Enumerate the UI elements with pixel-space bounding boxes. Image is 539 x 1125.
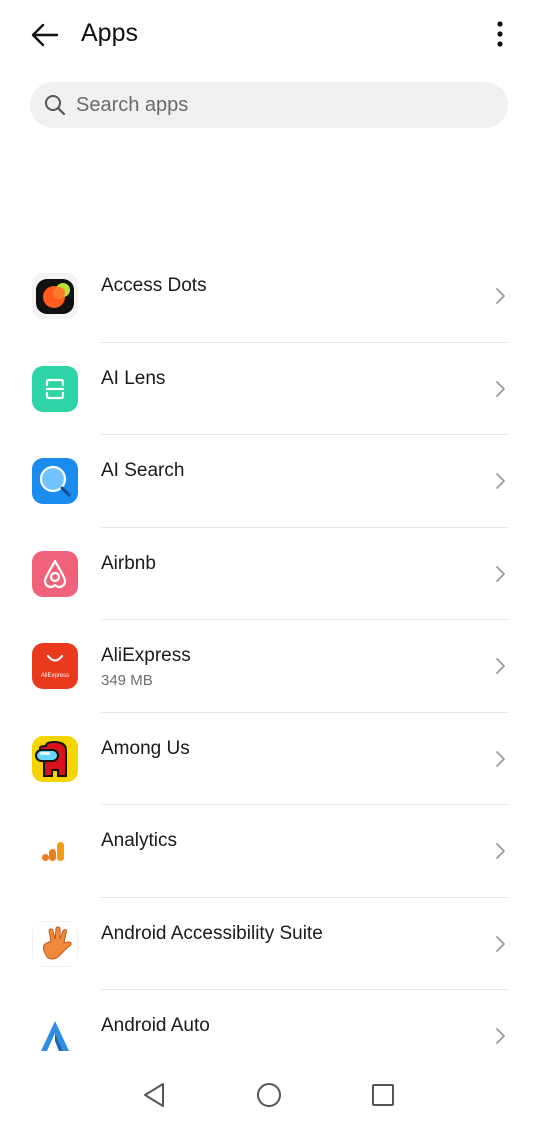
aliexpress-icon: AliExpress [32, 643, 78, 689]
list-item[interactable]: AI Lens [0, 343, 539, 435]
chevron-right-icon [496, 565, 505, 582]
list-item[interactable]: Access Dots [0, 250, 539, 343]
chevron-right-icon [496, 658, 505, 674]
app-name: Analytics [101, 830, 178, 851]
back-triangle-icon [144, 1083, 164, 1107]
nav-recents-button[interactable] [367, 1079, 399, 1111]
android-auto-icon [32, 1013, 78, 1059]
back-button[interactable] [26, 16, 64, 54]
nav-home-button[interactable] [253, 1079, 285, 1111]
ai-search-icon [32, 458, 78, 504]
analytics-icon [32, 828, 78, 874]
accessibility-hand-icon [32, 920, 78, 967]
more-vertical-icon [497, 21, 503, 47]
chevron-right-icon [496, 750, 505, 767]
chevron-right-icon [496, 935, 505, 952]
recents-square-icon [372, 1084, 394, 1106]
chevron-right-icon [496, 843, 505, 859]
list-item[interactable]: AI Search [0, 435, 539, 528]
app-name: Access Dots [101, 275, 207, 296]
app-name: AliExpress [101, 645, 191, 666]
airbnb-icon [32, 550, 78, 597]
page-title: Apps [81, 19, 138, 47]
app-name: AI Search [101, 460, 185, 481]
app-name: AI Lens [101, 367, 166, 389]
app-name: Among Us [101, 737, 190, 759]
home-circle-icon [257, 1083, 281, 1107]
chevron-right-icon [496, 1028, 505, 1044]
list-item[interactable]: Analytics [0, 805, 539, 898]
arrow-left-icon [31, 23, 59, 47]
list-item[interactable]: Android Accessibility Suite [0, 898, 539, 990]
app-name: Android Auto [101, 1015, 210, 1036]
among-us-icon [32, 735, 78, 782]
app-name: Android Accessibility Suite [101, 922, 323, 944]
app-name: Airbnb [101, 552, 156, 574]
nav-back-button[interactable] [138, 1079, 170, 1111]
chevron-right-icon [496, 473, 505, 489]
list-item[interactable]: Among Us [0, 713, 539, 805]
app-size: 349 MB [101, 672, 153, 689]
app-list: Access Dots AI Lens AI Search Airbnb Ali… [0, 250, 539, 1083]
search-bar[interactable] [30, 82, 508, 128]
search-input[interactable] [76, 82, 486, 128]
search-icon [45, 95, 66, 116]
aliexpress-logo-text: AliExpress [41, 673, 69, 679]
list-item[interactable]: AliExpress AliExpress 349 MB [0, 620, 539, 713]
more-options-button[interactable] [484, 16, 516, 52]
system-navigation-bar [0, 1065, 539, 1125]
chevron-right-icon [496, 288, 505, 304]
list-item[interactable]: Airbnb [0, 528, 539, 620]
access-dots-icon [32, 273, 78, 319]
ai-lens-icon [32, 365, 78, 412]
top-app-bar: Apps [0, 0, 539, 70]
chevron-right-icon [496, 380, 505, 397]
